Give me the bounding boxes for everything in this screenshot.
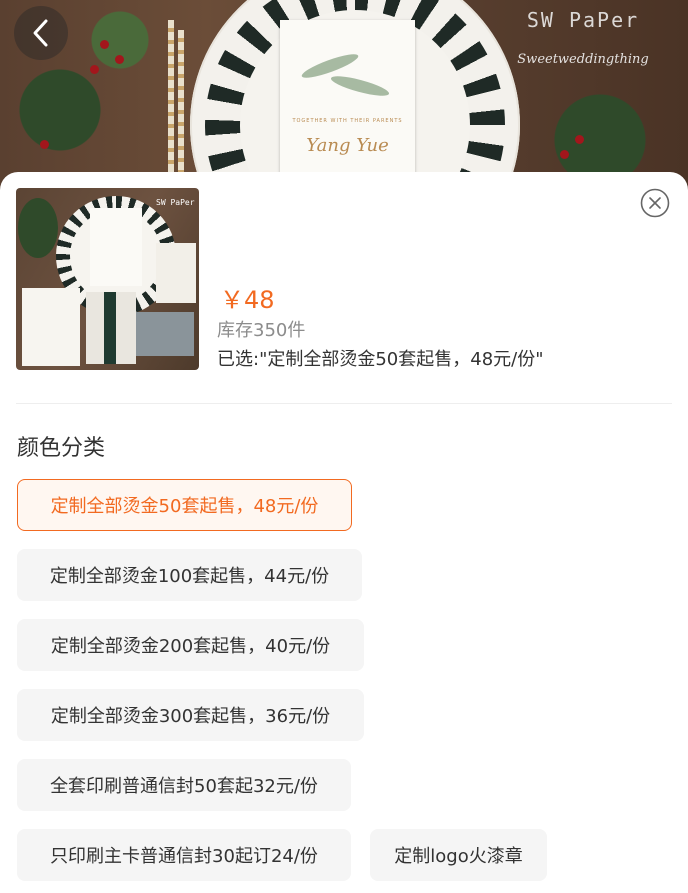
straw-decoration [178, 30, 184, 190]
program-card [22, 288, 80, 366]
brand-subtitle: Sweetweddingthing [517, 52, 649, 67]
variant-option-6[interactable]: 只印刷主卡普通信封30起订24/份 [17, 829, 351, 881]
berry-decoration [560, 150, 569, 159]
ribbon-decoration [104, 292, 116, 364]
back-button[interactable] [14, 6, 68, 60]
card-small-text: TOGETHER WITH THEIR PARENTS [292, 118, 403, 124]
variant-option-3[interactable]: 定制全部烫金200套起售，40元/份 [17, 619, 364, 671]
variant-section-title: 颜色分类 [17, 436, 106, 461]
envelope [136, 312, 194, 356]
close-button[interactable] [640, 188, 670, 218]
berry-decoration [40, 140, 49, 149]
selected-variant-label: 已选:"定制全部烫金50套起售，48元/份" [217, 349, 544, 370]
berry-decoration [100, 40, 109, 49]
berry-decoration [575, 135, 584, 144]
invitation-card [90, 208, 142, 286]
variant-option-4[interactable]: 定制全部烫金300套起售，36元/份 [17, 689, 364, 741]
berry-decoration [90, 65, 99, 74]
menu-card [156, 243, 196, 303]
straw-decoration [168, 20, 174, 180]
leaf-decoration [329, 72, 391, 100]
close-circle-icon [640, 188, 670, 218]
leaf-decoration [18, 198, 58, 258]
thumbnail-brand: SW PaPer [156, 198, 195, 207]
variant-option-7[interactable]: 定制logo火漆章 [370, 829, 547, 881]
card-script-text: Yang Yue [306, 135, 389, 156]
variant-option-1[interactable]: 定制全部烫金50套起售，48元/份 [17, 479, 352, 531]
variant-option-2[interactable]: 定制全部烫金100套起售，44元/份 [17, 549, 362, 601]
stock-label: 库存350件 [217, 320, 306, 341]
variant-option-5[interactable]: 全套印刷普通信封50套起32元/份 [17, 759, 351, 811]
berry-decoration [115, 55, 124, 64]
chevron-left-icon [33, 19, 48, 47]
brand-name: SW PaPer [526, 8, 640, 32]
product-thumbnail: SW PaPer [16, 188, 199, 370]
price-label: ￥48 [220, 286, 275, 314]
brand-watermark: SW PaPer Sweetweddingthing [498, 8, 668, 67]
sku-selector-sheet: SW PaPer ￥48 库存350件 已选:"定制全部烫金50套起售，48元/… [0, 172, 688, 893]
divider [16, 403, 672, 404]
